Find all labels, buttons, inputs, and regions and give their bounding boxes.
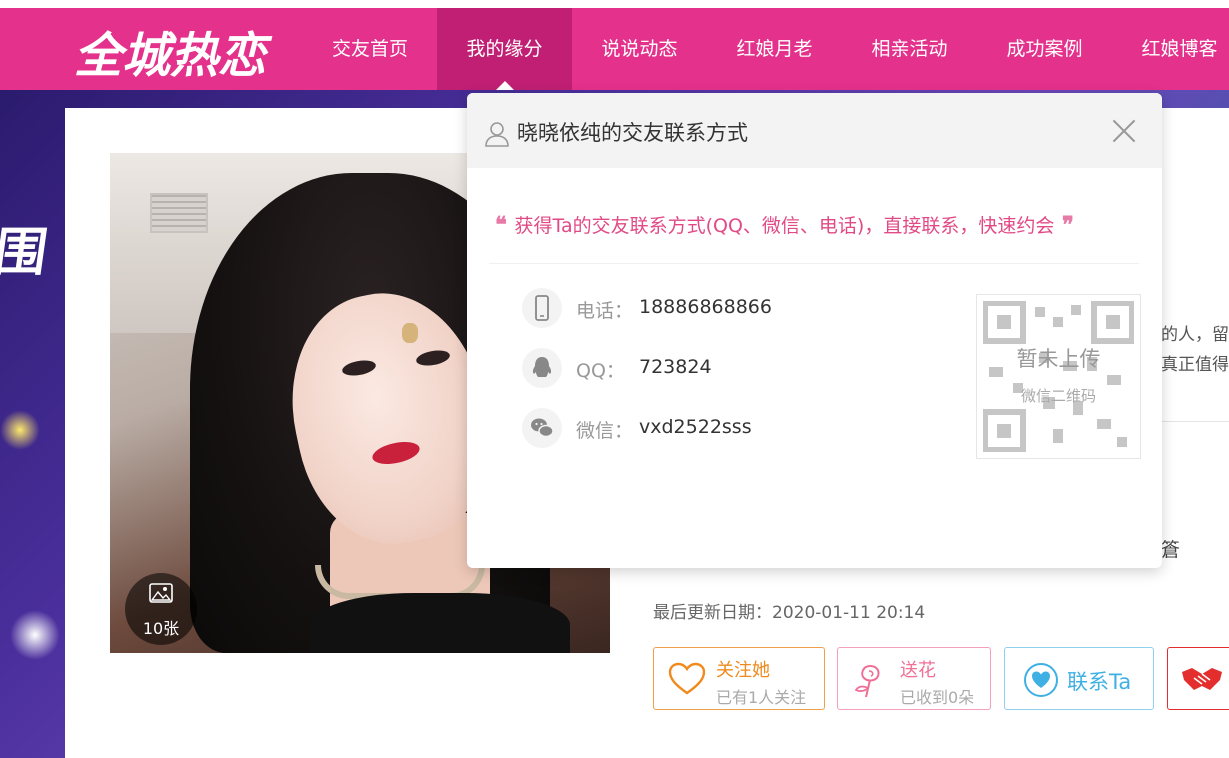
send-flower-button[interactable]: 送花 已收到0朵 xyxy=(837,647,991,710)
background-char: 围 xyxy=(0,222,52,283)
phone-value[interactable]: 18886868866 xyxy=(639,296,772,318)
quote-text: 获得Ta的交友联系方式(QQ、微信、电话)，直接联系，快速约会 xyxy=(514,215,1055,237)
contact-label: 联系Ta xyxy=(1067,670,1132,694)
photo-count-badge[interactable]: 10张 xyxy=(125,573,197,645)
quote-open-icon: ❝ xyxy=(495,212,515,238)
quote-close-icon: ❞ xyxy=(1054,212,1074,238)
follow-count: 已有1人关注 xyxy=(716,688,807,707)
top-strip xyxy=(0,0,1229,8)
intro-text-2: 真正值得 xyxy=(1161,355,1229,375)
nav-item-success[interactable]: 成功案例 xyxy=(977,8,1112,90)
phone-icon xyxy=(522,288,562,328)
modal-divider xyxy=(489,263,1139,264)
photo-count: 10张 xyxy=(142,619,180,638)
follow-button[interactable]: 关注她 已有1人关注 xyxy=(653,647,825,710)
heart-icon xyxy=(668,662,706,695)
qr-caption: 微信二维码 xyxy=(1020,387,1096,405)
handshake-button[interactable] xyxy=(1167,647,1229,710)
contact-info-modal: 晓晓依纯的交友联系方式 ❝ 获得Ta的交友联系方式(QQ、微信、电话)，直接联系… xyxy=(467,93,1162,568)
nav-item-moments[interactable]: 说说动态 xyxy=(572,8,707,90)
qr-status: 暂未上传 xyxy=(1016,347,1101,371)
photo-vent xyxy=(150,193,208,233)
wechat-value[interactable]: vxd2522sss xyxy=(639,416,752,438)
photo-clothes xyxy=(310,593,570,653)
close-icon[interactable] xyxy=(1111,118,1137,144)
decor-glow xyxy=(0,410,40,450)
nav-item-home[interactable]: 交友首页 xyxy=(305,8,435,90)
nav-item-my-fate[interactable]: 我的缘分 xyxy=(437,8,572,90)
chat-icon xyxy=(1024,663,1058,697)
user-icon xyxy=(485,122,509,147)
qr-code-icon xyxy=(983,301,1134,452)
active-caret-icon xyxy=(495,81,514,90)
decor-glow xyxy=(10,610,60,660)
main-nav: 全城热恋 交友首页 我的缘分 说说动态 红娘月老 相亲活动 成功案例 红娘博客 xyxy=(0,8,1229,90)
follow-label: 关注她 xyxy=(716,660,770,681)
rose-icon xyxy=(854,664,880,698)
site-logo[interactable]: 全城热恋 xyxy=(70,20,280,86)
section-divider xyxy=(1160,421,1229,422)
intro-text-1: 的人，留 xyxy=(1161,325,1229,345)
last-updated: 最后更新日期：2020-01-11 20:14 xyxy=(653,603,926,623)
photo-earring xyxy=(402,323,418,343)
phone-label: 电话： xyxy=(576,300,634,322)
nav-item-blog[interactable]: 红娘博客 xyxy=(1112,8,1229,90)
image-icon xyxy=(149,583,173,603)
wechat-qr-placeholder: 暂未上传 微信二维码 xyxy=(976,294,1141,459)
contact-button[interactable]: 联系Ta xyxy=(1004,647,1154,710)
qq-label: QQ： xyxy=(576,360,625,382)
flower-count: 已收到0朵 xyxy=(900,688,975,707)
qq-icon xyxy=(522,348,562,388)
modal-title: 晓晓依纯的交友联系方式 xyxy=(517,121,748,145)
qq-value[interactable]: 723824 xyxy=(639,356,712,378)
nav-item-matchmaker[interactable]: 红娘月老 xyxy=(707,8,842,90)
modal-header: 晓晓依纯的交友联系方式 xyxy=(467,93,1162,168)
flower-label: 送花 xyxy=(900,660,936,681)
intro-text-3: 篬 xyxy=(1161,539,1181,561)
nav-item-events[interactable]: 相亲活动 xyxy=(842,8,977,90)
modal-quote: ❝ 获得Ta的交友联系方式(QQ、微信、电话)，直接联系，快速约会 ❞ xyxy=(495,211,1074,238)
logo-text: 全城热恋 xyxy=(74,28,273,84)
nav-item-my-fate-label: 我的缘分 xyxy=(466,38,543,60)
handshake-icon xyxy=(1182,668,1222,690)
wechat-icon xyxy=(522,408,562,448)
wechat-label: 微信： xyxy=(576,420,634,442)
